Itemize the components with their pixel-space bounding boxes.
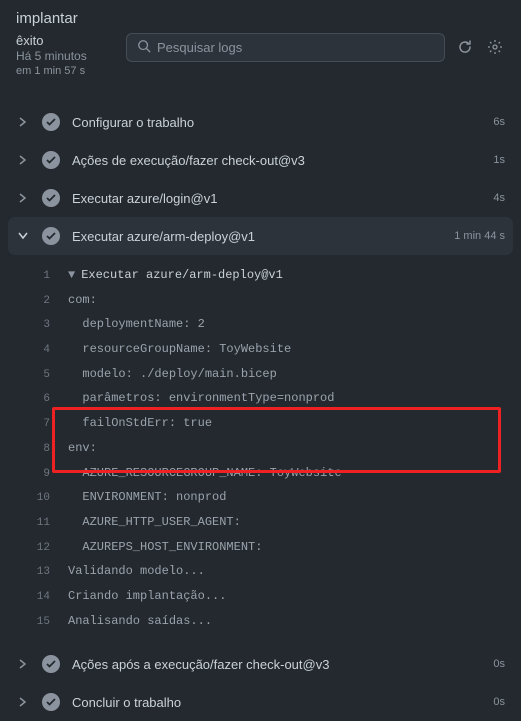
step-label: Executar azure/arm-deploy@v1 <box>72 229 442 244</box>
log-text: resourceGroupName: ToyWebsite <box>68 339 291 359</box>
log-text: ENVIRONMENT: nonprod <box>68 487 226 507</box>
log-text: env: <box>68 438 97 458</box>
step-duration: 0s <box>493 696 505 708</box>
log-text: Validando modelo... <box>68 561 205 581</box>
log-line[interactable]: 6 parâmetros: environmentType=nonprod <box>8 386 513 411</box>
log-output: 1 ▼Executar azure/arm-deploy@v1 2com:3 d… <box>8 263 513 633</box>
log-text: parâmetros: environmentType=nonprod <box>68 388 334 408</box>
log-line[interactable]: 10 ENVIRONMENT: nonprod <box>8 485 513 510</box>
search-icon <box>137 39 151 56</box>
chevron-down-icon <box>16 232 30 240</box>
log-line[interactable]: 12 AZUREPS_HOST_ENVIRONMENT: <box>8 535 513 560</box>
chevron-right-icon <box>16 117 30 127</box>
log-line[interactable]: 2 com: <box>8 288 513 313</box>
steps-list: Configurar o trabalho 6s Ações de execuç… <box>0 103 521 721</box>
line-number: 10 <box>20 489 50 508</box>
log-line[interactable]: 4 resourceGroupName: ToyWebsite <box>8 337 513 362</box>
line-number: 12 <box>20 539 50 558</box>
check-icon <box>42 151 60 169</box>
search-input-wrap[interactable] <box>126 33 445 62</box>
line-number: 4 <box>20 341 50 360</box>
status-label: êxito <box>16 33 116 48</box>
status-ago: Há 5 minutos <box>16 49 116 63</box>
chevron-right-icon <box>16 193 30 203</box>
log-line[interactable]: 14 Criando implantação... <box>8 584 513 609</box>
caret-down-icon: ▼ <box>68 268 75 282</box>
log-line[interactable]: 3 deploymentName: 2 <box>8 312 513 337</box>
log-text: modelo: ./deploy/main.bicep <box>68 364 277 384</box>
step-label: Concluir o trabalho <box>72 695 481 710</box>
step-row[interactable]: Configurar o trabalho 6s <box>0 103 521 141</box>
line-number: 11 <box>20 514 50 533</box>
check-icon <box>42 693 60 711</box>
log-line[interactable]: 8 env: <box>8 436 513 461</box>
step-row-expanded[interactable]: Executar azure/arm-deploy@v1 1 min 44 s <box>8 217 513 255</box>
search-input[interactable] <box>157 40 434 55</box>
step-duration: 6s <box>493 116 505 128</box>
step-duration: 1 min 44 s <box>454 230 505 242</box>
step-row[interactable]: Ações após a execução/fazer check-out@v3… <box>0 645 521 683</box>
line-number: 6 <box>20 390 50 409</box>
step-label: Ações de execução/fazer check-out@v3 <box>72 153 481 168</box>
log-text: AZUREPS_HOST_ENVIRONMENT: <box>68 537 262 557</box>
log-group-header: Executar azure/arm-deploy@v1 <box>81 268 283 282</box>
step-duration: 1s <box>493 154 505 166</box>
line-number: 13 <box>20 563 50 582</box>
line-number: 1 <box>20 267 50 286</box>
check-icon <box>42 189 60 207</box>
line-number: 9 <box>20 465 50 484</box>
log-text: AZURE_RESOURCEGROUP_NAME: ToyWebsite <box>68 463 342 483</box>
chevron-right-icon <box>16 659 30 669</box>
log-line[interactable]: 1 ▼ Executar azure/arm-deploy@v1 <box>8 263 513 288</box>
status-block: êxito Há 5 minutos em 1 min 57 s <box>16 33 116 77</box>
step-duration: 4s <box>493 192 505 204</box>
chevron-right-icon <box>16 155 30 165</box>
check-icon <box>42 227 60 245</box>
step-row[interactable]: Executar azure/login@v1 4s <box>0 179 521 217</box>
status-duration: em 1 min 57 s <box>16 65 116 77</box>
log-text: Analisando saídas... <box>68 611 212 631</box>
line-number: 15 <box>20 613 50 632</box>
step-label: Configurar o trabalho <box>72 115 481 130</box>
refresh-icon[interactable] <box>455 37 475 57</box>
chevron-right-icon <box>16 697 30 707</box>
log-text: Criando implantação... <box>68 586 226 606</box>
line-number: 3 <box>20 316 50 335</box>
step-row[interactable]: Ações de execução/fazer check-out@v3 1s <box>0 141 521 179</box>
gear-icon[interactable] <box>485 37 505 57</box>
log-line[interactable]: 9 AZURE_RESOURCEGROUP_NAME: ToyWebsite <box>8 461 513 486</box>
log-line[interactable]: 7 failOnStdErr: true <box>8 411 513 436</box>
log-text: failOnStdErr: true <box>68 413 212 433</box>
step-row[interactable]: Concluir o trabalho 0s <box>0 683 521 721</box>
line-number: 2 <box>20 292 50 311</box>
log-line[interactable]: 15 Analisando saídas... <box>8 609 513 634</box>
log-text: com: <box>68 290 97 310</box>
check-icon <box>42 113 60 131</box>
step-label: Ações após a execução/fazer check-out@v3 <box>72 657 481 672</box>
line-number: 5 <box>20 366 50 385</box>
log-text: AZURE_HTTP_USER_AGENT: <box>68 512 241 532</box>
step-label: Executar azure/login@v1 <box>72 191 481 206</box>
log-line[interactable]: 5 modelo: ./deploy/main.bicep <box>8 362 513 387</box>
log-line[interactable]: 13 Validando modelo... <box>8 559 513 584</box>
page-title: implantar <box>16 10 505 27</box>
line-number: 14 <box>20 588 50 607</box>
step-duration: 0s <box>493 658 505 670</box>
line-number: 7 <box>20 415 50 434</box>
log-text: deploymentName: 2 <box>68 314 205 334</box>
log-line[interactable]: 11 AZURE_HTTP_USER_AGENT: <box>8 510 513 535</box>
check-icon <box>42 655 60 673</box>
line-number: 8 <box>20 440 50 459</box>
